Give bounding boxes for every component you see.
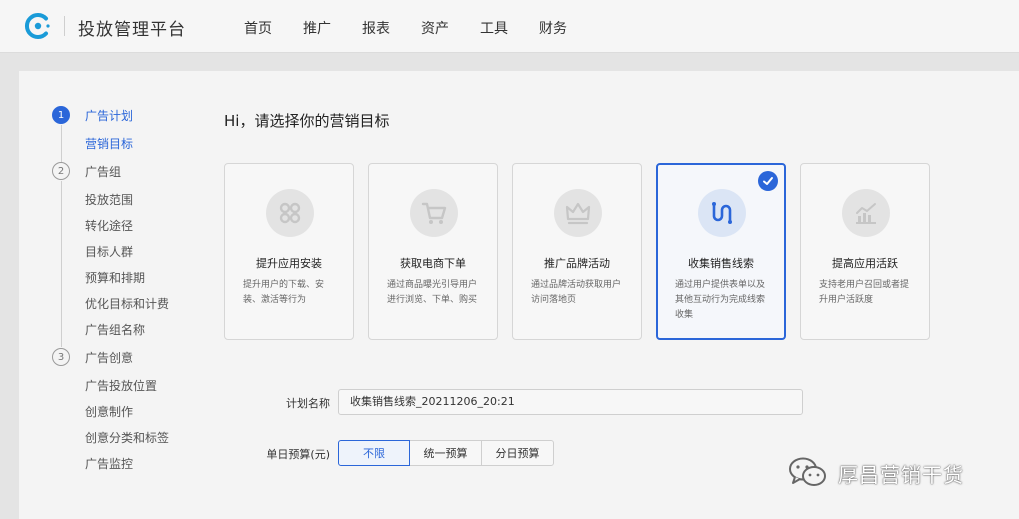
goal-card-description: 支持老用户召回或者提升用户活跃度	[819, 280, 910, 305]
nav-reports[interactable]: 报表	[362, 18, 421, 38]
plan-name-label: 计划名称	[286, 397, 330, 410]
goal-card-title: 提高应用活跃	[832, 257, 898, 270]
daily-budget-label: 单日预算(元)	[266, 448, 330, 461]
budget-option-unlimited[interactable]: 不限	[338, 440, 410, 466]
step-connector	[61, 125, 62, 165]
sidebar-item-budget-schedule[interactable]: 预算和排期	[85, 269, 145, 286]
goal-card-title: 获取电商下单	[400, 257, 466, 270]
platform-title: 投放管理平台	[78, 20, 186, 40]
main-nav: 首页 推广 报表 资产 工具 财务	[244, 18, 598, 38]
sidebar-item-creative-production[interactable]: 创意制作	[85, 403, 133, 420]
goal-card-title: 推广品牌活动	[544, 257, 610, 270]
goal-card-app-activity[interactable]: 提高应用活跃 支持老用户召回或者提升用户活跃度	[800, 163, 930, 340]
goal-card-description: 通过商品曝光引导用户进行浏览、下单、购买	[387, 280, 478, 305]
step-3-number: 3	[52, 348, 70, 366]
goal-card-app-install[interactable]: 提升应用安装 提升用户的下载、安装、激活等行为	[224, 163, 354, 340]
goal-card-description: 通过用户提供表单以及其他互动行为完成线索收集	[675, 280, 766, 320]
nav-assets[interactable]: 资产	[421, 18, 480, 38]
step-2-title: 广告组	[85, 164, 122, 179]
sidebar-item-optimization-billing[interactable]: 优化目标和计费	[85, 295, 169, 312]
nav-tools[interactable]: 工具	[480, 18, 539, 38]
sidebar-item-marketing-goal[interactable]: 营销目标	[85, 135, 133, 152]
sidebar-item-creative-category[interactable]: 创意分类和标签	[85, 429, 169, 446]
daily-budget-selector: 不限 统一预算 分日预算	[338, 440, 554, 466]
logo-icon[interactable]	[24, 12, 52, 40]
shopping-cart-icon	[410, 189, 458, 237]
lead-flow-icon	[698, 189, 746, 237]
top-navigation-bar: 投放管理平台 首页 推广 报表 资产 工具 财务	[0, 0, 1019, 53]
sidebar-item-group-name[interactable]: 广告组名称	[85, 321, 145, 338]
goal-card-brand-campaign[interactable]: 推广品牌活动 通过品牌活动获取用户访问落地页	[512, 163, 642, 340]
step-3-title: 广告创意	[85, 350, 134, 365]
sidebar-item-target-audience[interactable]: 目标人群	[85, 243, 133, 260]
page-heading: Hi，请选择你的营销目标	[224, 112, 390, 130]
nav-finance[interactable]: 财务	[539, 18, 598, 38]
wechat-icon	[789, 457, 826, 486]
app-grid-icon	[266, 189, 314, 237]
nav-promotion[interactable]: 推广	[303, 18, 362, 38]
crown-icon	[554, 189, 602, 237]
goal-card-title: 收集销售线索	[688, 257, 754, 270]
goal-card-ecommerce-order[interactable]: 获取电商下单 通过商品曝光引导用户进行浏览、下单、购买	[368, 163, 498, 340]
step-3[interactable]: 3 广告创意	[52, 348, 133, 366]
budget-option-unified[interactable]: 统一预算	[409, 440, 482, 466]
goal-card-title: 提升应用安装	[256, 257, 322, 270]
sidebar-item-placement[interactable]: 广告投放位置	[85, 377, 157, 394]
brand-divider	[64, 16, 65, 36]
budget-option-daily[interactable]: 分日预算	[481, 440, 554, 466]
trend-chart-icon	[842, 189, 890, 237]
goal-card-description: 提升用户的下载、安装、激活等行为	[243, 280, 325, 305]
step-1-title: 广告计划	[85, 108, 134, 123]
goal-card-description: 通过品牌活动获取用户访问落地页	[531, 280, 622, 305]
step-sidebar: 1 广告计划 营销目标 2 广告组 投放范围 转化途径 目标人群 预算和排期 优…	[19, 71, 199, 519]
watermark: 厚昌营销干货	[788, 456, 964, 490]
content-panel: 1 广告计划 营销目标 2 广告组 投放范围 转化途径 目标人群 预算和排期 优…	[19, 71, 1019, 519]
nav-home[interactable]: 首页	[244, 18, 303, 38]
step-2-number: 2	[52, 162, 70, 180]
step-2[interactable]: 2 广告组	[52, 162, 121, 180]
sidebar-item-ad-monitoring[interactable]: 广告监控	[85, 455, 133, 472]
plan-name-input[interactable]: 收集销售线索_20211206_20:21	[338, 389, 803, 415]
step-connector	[61, 181, 62, 347]
goal-card-sales-leads[interactable]: 收集销售线索 通过用户提供表单以及其他互动行为完成线索收集	[656, 163, 786, 340]
step-1[interactable]: 1 广告计划	[52, 106, 133, 124]
sidebar-item-delivery-scope[interactable]: 投放范围	[85, 191, 133, 208]
sidebar-item-conversion-path[interactable]: 转化途径	[85, 217, 133, 234]
selected-check-icon	[758, 171, 778, 191]
step-1-number: 1	[52, 106, 70, 124]
watermark-text: 厚昌营销干货	[838, 462, 964, 487]
